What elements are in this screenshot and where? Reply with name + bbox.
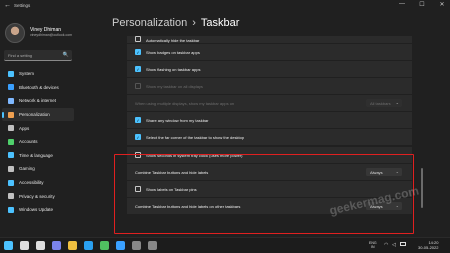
user-email: vineydhiman@outlook.com xyxy=(30,33,73,37)
setting-label: Show my taskbar on all displays xyxy=(146,83,203,89)
taskbar-clock[interactable]: 14:20 30-05-2022 xyxy=(418,240,438,250)
file-explorer-icon[interactable] xyxy=(68,241,77,250)
shield-icon xyxy=(8,193,14,200)
sidebar-item-label: System xyxy=(19,71,35,77)
battery-icon[interactable] xyxy=(400,242,406,246)
edge-icon[interactable] xyxy=(84,241,93,250)
setting-show-badges[interactable]: ✓ Show badges on taskbar apps xyxy=(127,44,412,60)
language-indicator[interactable]: ENG IN xyxy=(369,241,377,249)
checkmark-icon[interactable]: ✓ xyxy=(135,49,141,55)
wifi-icon[interactable]: ◠ xyxy=(384,242,388,248)
sidebar-item-gaming[interactable]: Gaming xyxy=(2,162,74,176)
sidebar: Viney Dhiman vineydhiman@outlook.com Fin… xyxy=(0,12,76,237)
avatar[interactable] xyxy=(5,23,25,43)
region-code: IN xyxy=(371,245,375,249)
apps-icon xyxy=(8,125,14,132)
accounts-icon xyxy=(8,138,14,145)
volume-icon[interactable]: ◁ xyxy=(392,242,396,248)
setting-share-window[interactable]: ✓ Share any window from my taskbar xyxy=(127,112,412,128)
paintbrush-icon xyxy=(8,111,14,118)
store-icon[interactable] xyxy=(116,241,125,250)
taskbar-apps xyxy=(4,241,157,250)
back-arrow-icon[interactable]: ← xyxy=(4,2,11,9)
close-button[interactable]: ✕ xyxy=(436,1,448,8)
sidebar-item-label: Time & language xyxy=(19,152,53,158)
sidebar-item-label: Bluetooth & devices xyxy=(19,84,59,90)
checkmark-icon[interactable]: ✓ xyxy=(135,134,141,140)
network-icon xyxy=(8,97,14,104)
all-displays-checkbox xyxy=(135,83,141,89)
sidebar-item-system[interactable]: System xyxy=(2,67,74,81)
minimize-button[interactable]: — xyxy=(396,1,408,8)
sidebar-item-personalization[interactable]: Personalization xyxy=(2,107,74,122)
page-title: Taskbar xyxy=(200,17,240,29)
setting-label: Show flashing on taskbar apps xyxy=(146,66,201,72)
clock-date: 30-05-2022 xyxy=(418,245,439,250)
settings-gear-icon[interactable] xyxy=(148,241,157,250)
setting-label: Automatically hide the taskbar xyxy=(146,38,200,43)
setting-label: Select the far corner of the taskbar to … xyxy=(146,134,245,140)
setting-label: Share any window from my taskbar xyxy=(146,117,209,123)
sidebar-item-label: Network & internet xyxy=(19,98,57,104)
sidebar-item-privacy[interactable]: Privacy & security xyxy=(2,189,74,203)
globe-icon xyxy=(8,152,14,159)
setting-label: When using multiple displays, show my ta… xyxy=(135,100,235,106)
search-icon[interactable]: 🔍 xyxy=(63,52,69,58)
breadcrumb: Personalization › Taskbar xyxy=(112,17,239,29)
gamepad-icon xyxy=(8,165,14,172)
settings-window: ← Settings — ☐ ✕ Viney Dhiman vineydhima… xyxy=(0,0,450,237)
breadcrumb-parent[interactable]: Personalization xyxy=(112,17,187,29)
task-view-icon[interactable] xyxy=(36,241,45,250)
window-controls: — ☐ ✕ xyxy=(396,1,448,8)
sidebar-item-label: Gaming xyxy=(19,166,35,172)
sidebar-item-label: Accounts xyxy=(19,139,38,145)
windows-taskbar: ENG IN ◠ ◁ 14:20 30-05-2022 xyxy=(0,237,450,253)
checkmark-icon[interactable]: ✓ xyxy=(135,117,141,123)
scrollbar[interactable] xyxy=(421,168,423,208)
sidebar-item-label: Windows Update xyxy=(19,207,54,213)
sidebar-item-time-language[interactable]: Time & language xyxy=(2,149,74,163)
system-icon xyxy=(8,70,14,77)
breadcrumb-separator: › xyxy=(192,17,196,29)
sidebar-item-label: Apps xyxy=(19,125,30,131)
sidebar-nav: System Bluetooth & devices Network & int… xyxy=(2,67,74,217)
setting-all-displays: Show my taskbar on all displays xyxy=(127,78,412,94)
multiple-displays-dropdown: All taskbars ⌄ xyxy=(366,99,402,107)
app-title: Settings xyxy=(14,3,31,8)
auto-hide-checkbox[interactable] xyxy=(135,36,141,42)
accessibility-icon xyxy=(8,179,14,186)
sidebar-item-accounts[interactable]: Accounts xyxy=(2,135,74,149)
sidebar-item-label: Accessibility xyxy=(19,180,44,186)
chevron-down-icon: ⌄ xyxy=(395,100,399,105)
sidebar-item-label: Personalization xyxy=(19,112,50,118)
setting-label: Show badges on taskbar apps xyxy=(146,49,200,55)
start-icon[interactable] xyxy=(4,241,13,250)
setting-far-corner[interactable]: ✓ Select the far corner of the taskbar to… xyxy=(127,129,412,145)
search-input[interactable]: Find a setting 🔍 xyxy=(4,50,72,61)
setting-auto-hide[interactable]: Automatically hide the taskbar xyxy=(127,36,412,43)
sidebar-item-network[interactable]: Network & internet xyxy=(2,94,74,108)
sidebar-item-bluetooth[interactable]: Bluetooth & devices xyxy=(2,81,74,95)
sidebar-item-label: Privacy & security xyxy=(19,193,55,199)
chrome-icon[interactable] xyxy=(100,241,109,250)
setting-show-flashing[interactable]: ✓ Show flashing on taskbar apps xyxy=(127,61,412,77)
search-placeholder: Find a setting xyxy=(8,53,33,58)
app-icon[interactable] xyxy=(132,241,141,250)
sidebar-item-windows-update[interactable]: Windows Update xyxy=(2,203,74,217)
maximize-button[interactable]: ☐ xyxy=(416,1,428,8)
checkmark-icon[interactable]: ✓ xyxy=(135,66,141,72)
setting-multiple-displays: When using multiple displays, show my ta… xyxy=(127,95,412,111)
dropdown-value: All taskbars xyxy=(370,100,391,106)
bluetooth-icon xyxy=(8,84,14,91)
sidebar-item-apps[interactable]: Apps xyxy=(2,121,74,135)
update-icon xyxy=(8,206,14,213)
title-bar: ← Settings — ☐ ✕ xyxy=(0,0,450,12)
sidebar-item-accessibility[interactable]: Accessibility xyxy=(2,176,74,190)
search-icon[interactable] xyxy=(20,241,29,250)
teams-icon[interactable] xyxy=(52,241,61,250)
